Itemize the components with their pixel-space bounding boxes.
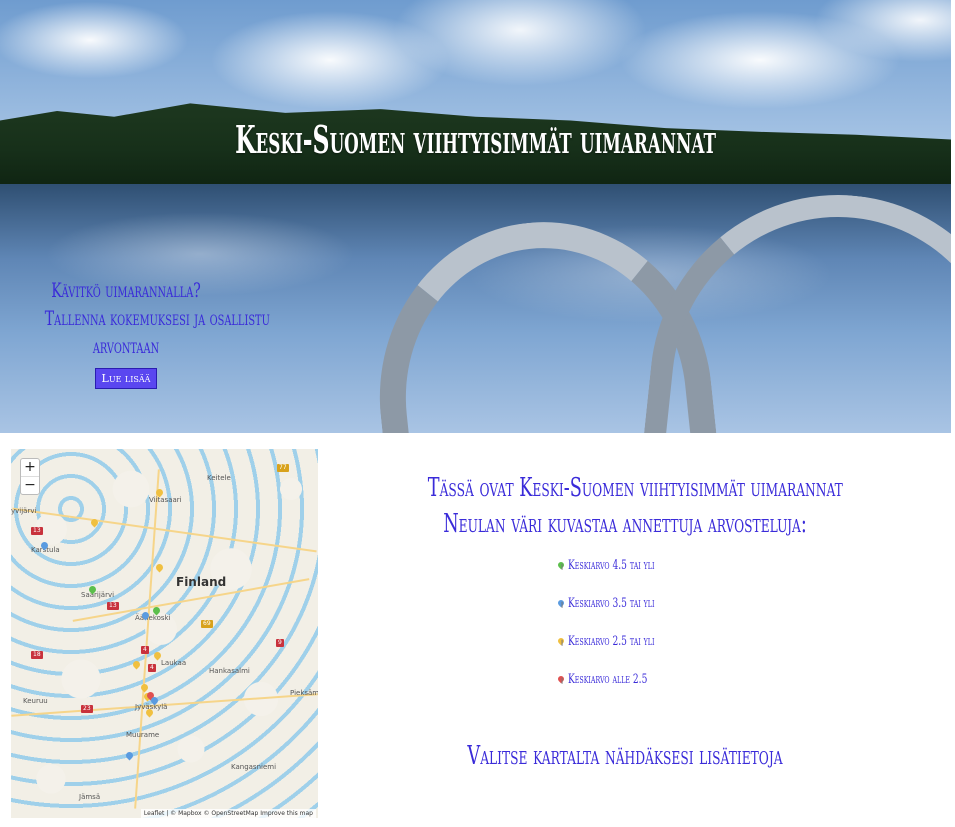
road-shield: 18 <box>31 651 43 659</box>
map-place-label: Jämsä <box>79 793 101 801</box>
beach-map[interactable]: + − Finland Keitele Viitasaari Karstula … <box>11 449 318 818</box>
road-shield: 69 <box>201 620 213 628</box>
zoom-out-button[interactable]: − <box>21 476 39 494</box>
map-country-label: Finland <box>176 575 227 589</box>
map-place-label: Kangasniemi <box>231 763 277 771</box>
rating-legend: Keskiarvo 4.5 tai yli Keskiarvo 3.5 tai … <box>335 556 915 708</box>
promo-box: Kävitkö uimarannalla? Tallenna kokemukse… <box>10 276 270 389</box>
promo-question: Kävitkö uimarannalla? <box>51 278 201 302</box>
legend-label: Keskiarvo 4.5 tai yli <box>567 558 654 573</box>
promo-text: Tallenna kokemuksesi ja osallistu <box>44 306 270 330</box>
road-shield: 23 <box>81 705 93 713</box>
info-heading: Tässä ovat Keski-Suomen viihtyisimmät ui… <box>427 473 843 503</box>
road-shield: 4 <box>148 664 156 672</box>
info-panel: Tässä ovat Keski-Suomen viihtyisimmät ui… <box>335 470 915 774</box>
page-title: Keski-Suomen viihtyisimmät uimarannat <box>235 117 716 163</box>
map-place-label: Pieksäm <box>290 689 318 697</box>
road-shield: 9 <box>276 639 284 647</box>
pin-yellow-icon <box>556 636 565 646</box>
pin-red-icon <box>556 674 565 684</box>
legend-heading: Neulan väri kuvastaa annettuja arvostelu… <box>443 509 807 539</box>
read-more-button[interactable]: Lue lisää <box>94 368 158 389</box>
map-place-label: Keuruu <box>23 697 48 705</box>
road-shield: 4 <box>141 646 149 654</box>
map-place-label: Muurame <box>126 731 160 739</box>
map-place-label: Keitele <box>207 474 231 482</box>
hero-banner: Keski-Suomen viihtyisimmät uimarannat Kä… <box>0 0 951 433</box>
legend-item: Keskiarvo 4.5 tai yli <box>335 556 915 594</box>
map-place-label: Saarijärvi <box>81 591 115 599</box>
zoom-in-button[interactable]: + <box>21 459 39 476</box>
map-place-label: Viitasaari <box>149 496 182 504</box>
map-attribution[interactable]: Leaflet | © Mapbox © OpenStreetMap Impro… <box>140 809 316 818</box>
legend-item: Keskiarvo 2.5 tai yli <box>335 632 915 670</box>
map-place-label: Hankasalmi <box>209 667 250 675</box>
legend-item: Keskiarvo 3.5 tai yli <box>335 594 915 632</box>
pin-green-icon <box>556 560 565 570</box>
zoom-control: + − <box>20 458 40 495</box>
map-place-label: Laukaa <box>161 659 187 667</box>
map-place-label: yvijärvi <box>11 507 37 515</box>
road-shield: 13 <box>31 527 43 535</box>
pin-blue-icon <box>556 598 565 608</box>
promo-text-cont: arvontaan <box>92 334 160 358</box>
legend-item: Keskiarvo alle 2.5 <box>335 670 915 708</box>
road-shield: 77 <box>277 464 289 472</box>
map-place-label: Äänekoski <box>135 614 171 622</box>
legend-label: Keskiarvo 3.5 tai yli <box>567 596 654 611</box>
legend-label: Keskiarvo 2.5 tai yli <box>567 634 654 649</box>
road-shield: 13 <box>107 602 119 610</box>
map-instruction: Valitse kartalta nähdäksesi lisätietoja <box>467 741 783 771</box>
legend-label: Keskiarvo alle 2.5 <box>567 672 647 687</box>
